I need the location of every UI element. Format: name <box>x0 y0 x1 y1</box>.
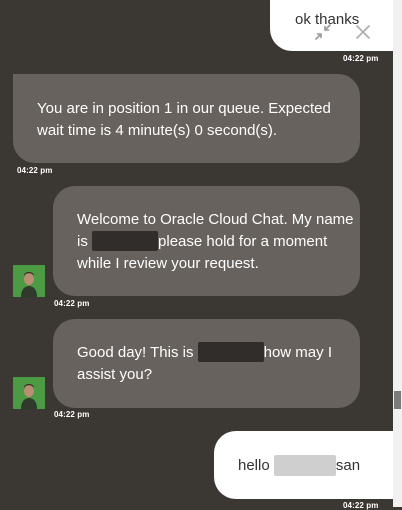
message-timestamp: 04:22 pm <box>17 166 53 175</box>
message-text-line: wait time is 4 minute(s) 0 second(s). <box>37 122 278 139</box>
message-timestamp: 04:22 pm <box>343 54 379 63</box>
message-text-line: is please hold for a moment <box>77 231 360 253</box>
agent-message-bubble: Good day! This is how may I assist you? <box>53 319 360 408</box>
agent-avatar <box>13 377 45 409</box>
agent-avatar <box>13 265 45 297</box>
user-message-bubble: hello san <box>214 431 393 499</box>
minimize-arrows-icon[interactable] <box>313 22 333 42</box>
message-timestamp: 04:22 pm <box>54 299 90 308</box>
redacted-agent-name <box>197 342 264 362</box>
message-text-fragment: Good day! This is <box>77 344 194 361</box>
message-timestamp: 04:22 pm <box>343 501 379 510</box>
message-text-fragment: please hold for a moment <box>158 233 328 250</box>
message-text-line: assist you? <box>77 366 153 383</box>
chat-transcript: ok thanks 04:22 pm You are in position 1… <box>0 0 393 510</box>
message-text-line: Good day! This is how may I <box>77 342 360 364</box>
redacted-user-name <box>273 455 336 476</box>
message-text-line: while I review your request. <box>77 255 259 272</box>
redacted-agent-name <box>92 231 159 251</box>
message-text-fragment: san <box>335 457 361 474</box>
message-text-fragment: how may I <box>263 344 332 361</box>
system-message-bubble: You are in position 1 in our queue. Expe… <box>13 74 360 163</box>
message-text-line: Welcome to Oracle Cloud Chat. My name <box>77 211 354 228</box>
message-timestamp: 04:22 pm <box>54 410 90 419</box>
message-text-fragment: is <box>77 233 88 250</box>
close-x-icon[interactable] <box>353 22 373 42</box>
scrollbar[interactable] <box>393 0 402 507</box>
message-text-fragment: hello <box>238 457 270 474</box>
agent-message-bubble: Welcome to Oracle Cloud Chat. My name is… <box>53 186 360 296</box>
message-text-line: You are in position 1 in our queue. Expe… <box>37 100 331 117</box>
scrollbar-thumb[interactable] <box>394 391 401 409</box>
